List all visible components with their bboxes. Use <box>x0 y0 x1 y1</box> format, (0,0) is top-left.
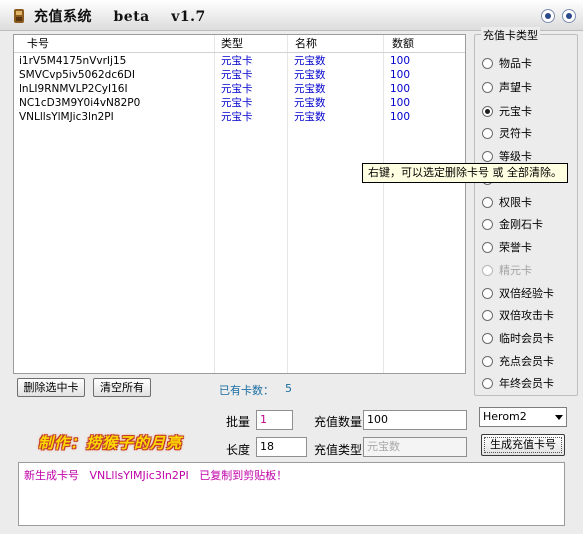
cell-amount: 100 <box>390 111 411 123</box>
cell-type: 元宝卡 <box>221 111 253 123</box>
radio-button[interactable] <box>482 151 493 162</box>
window-title: 充值系统 beta v1.7 <box>34 9 206 25</box>
cell-card-number: SMVCvp5iv5062dc6DI <box>19 69 135 81</box>
radio-button[interactable] <box>482 128 493 139</box>
table-row[interactable]: i1rV5M4175nVvrIj15 元宝卡 元宝数 100 <box>14 54 465 68</box>
recharge-type-label: 充值类型 <box>314 443 363 457</box>
table-row[interactable]: lnLI9RNMVLP2CyI16I 元宝卡 元宝数 100 <box>14 82 465 96</box>
cell-type: 元宝卡 <box>221 55 253 67</box>
cell-type: 元宝卡 <box>221 83 253 95</box>
radio-button-selected[interactable] <box>482 106 493 117</box>
cell-name: 元宝数 <box>294 83 326 95</box>
cell-card-number: i1rV5M4175nVvrIj15 <box>19 55 127 67</box>
close-button[interactable] <box>562 9 576 23</box>
cell-name: 元宝数 <box>294 55 326 67</box>
radio-label: 年终会员卡 <box>499 377 554 390</box>
radio-label: 金刚石卡 <box>499 218 543 231</box>
batch-input[interactable]: 1 <box>256 410 293 430</box>
card-type-group-title: 充值卡类型 <box>481 27 540 43</box>
table-row[interactable]: NC1cD3M9Y0i4vN82P0 元宝卡 元宝数 100 <box>14 96 465 110</box>
radio-button[interactable] <box>482 197 493 208</box>
focus-outline <box>484 437 562 453</box>
radio-label: 元宝卡 <box>499 105 532 118</box>
length-label: 长度 <box>226 443 251 457</box>
engine-select[interactable]: Herom2 <box>479 407 567 427</box>
cell-name: 元宝数 <box>294 111 326 123</box>
cell-card-number: VNLllsYlMJic3ln2PI <box>19 111 114 123</box>
cell-type: 元宝卡 <box>221 69 253 81</box>
radio-button[interactable] <box>482 242 493 253</box>
log-card-number: VNLllsYlMJic3ln2PI <box>89 469 189 482</box>
table-row[interactable]: VNLllsYlMJic3ln2PI 元宝卡 元宝数 100 <box>14 110 465 124</box>
length-input[interactable]: 18 <box>256 437 307 457</box>
radio-label: 灵符卡 <box>499 127 532 140</box>
output-log[interactable]: 新生成卡号 VNLllsYlMJic3ln2PI 已复制到剪贴板！ <box>18 462 565 526</box>
radio-label: 权限卡 <box>499 196 532 209</box>
cell-name: 元宝数 <box>294 97 326 109</box>
card-list-table[interactable]: 卡号 类型 名称 数额 i1rV5M4175nVvrIj15 元宝卡 元宝数 1… <box>13 34 466 374</box>
card-count-value: 5 <box>285 382 292 395</box>
log-suffix: 已复制到剪贴板！ <box>199 469 288 482</box>
engine-select-value: Herom2 <box>483 410 527 423</box>
radio-label: 荣誉卡 <box>499 241 532 254</box>
author-credit: 制作：捞猴子的月亮 <box>38 434 183 452</box>
radio-label: 物品卡 <box>499 57 532 70</box>
clear-all-button[interactable]: 清空所有 <box>93 378 151 397</box>
radio-label: 充点会员卡 <box>499 355 554 368</box>
amount-input[interactable]: 100 <box>363 410 467 430</box>
column-header-card-number[interactable]: 卡号 <box>27 36 49 52</box>
cell-amount: 100 <box>390 55 411 67</box>
minimize-button[interactable] <box>541 9 555 23</box>
amount-label: 充值数量 <box>314 415 363 429</box>
radio-label: 双倍攻击卡 <box>499 309 554 322</box>
cell-name: 元宝数 <box>294 69 326 81</box>
radio-button-disabled <box>482 265 493 276</box>
radio-button[interactable] <box>482 310 493 321</box>
recharge-system-window: 充值系统 beta v1.7 卡号 类型 名称 数额 i1rV5M4175nVv… <box>0 0 583 534</box>
radio-label: 双倍经验卡 <box>499 287 554 300</box>
cell-amount: 100 <box>390 69 411 81</box>
cell-type: 元宝卡 <box>221 97 253 109</box>
table-header: 卡号 类型 名称 数额 <box>14 35 465 53</box>
app-logo-icon <box>14 9 24 23</box>
radio-button[interactable] <box>482 219 493 230</box>
cell-amount: 100 <box>390 97 411 109</box>
cell-amount: 100 <box>390 83 411 95</box>
radio-button[interactable] <box>482 378 493 389</box>
right-click-tooltip: 右键，可以选定删除卡号 或 全部清除。 <box>362 163 568 183</box>
generate-card-button[interactable]: 生成充值卡号 <box>481 434 565 456</box>
radio-button[interactable] <box>482 333 493 344</box>
table-row[interactable]: SMVCvp5iv5062dc6DI 元宝卡 元宝数 100 <box>14 68 465 82</box>
cell-card-number: NC1cD3M9Y0i4vN82P0 <box>19 97 141 109</box>
radio-label: 精元卡 <box>499 264 532 277</box>
column-header-type[interactable]: 类型 <box>221 36 243 52</box>
radio-label: 声望卡 <box>499 81 532 94</box>
radio-button[interactable] <box>482 82 493 93</box>
column-header-name[interactable]: 名称 <box>295 36 317 52</box>
radio-button[interactable] <box>482 288 493 299</box>
cell-card-number: lnLI9RNMVLP2CyI16I <box>19 83 128 95</box>
radio-label: 临时会员卡 <box>499 332 554 345</box>
card-type-group: 充值卡类型 物品卡 声望卡 元宝卡 灵符卡 等级卡 权限卡 金刚石卡 荣誉卡 精… <box>474 27 578 396</box>
card-count-label: 已有卡数： <box>219 384 274 397</box>
radio-button[interactable] <box>482 356 493 367</box>
recharge-type-input: 元宝数 <box>363 437 467 457</box>
delete-selected-button[interactable]: 删除选中卡 <box>17 378 85 397</box>
batch-label: 批量 <box>226 415 251 429</box>
radio-button[interactable] <box>482 58 493 69</box>
column-header-amount[interactable]: 数额 <box>392 36 414 52</box>
log-line: 新生成卡号 VNLllsYlMJic3ln2PI 已复制到剪贴板！ <box>24 467 287 483</box>
chevron-down-icon[interactable] <box>555 415 563 420</box>
log-prefix: 新生成卡号 <box>24 469 79 482</box>
